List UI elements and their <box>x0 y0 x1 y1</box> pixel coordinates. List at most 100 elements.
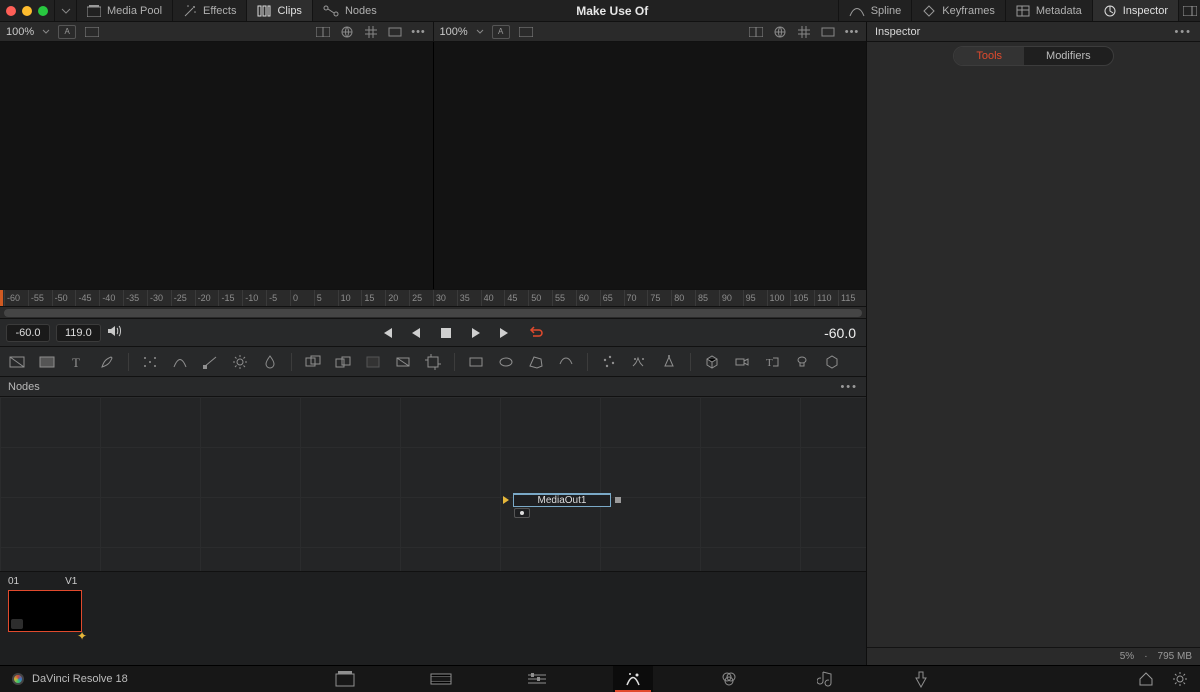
text-tool-icon[interactable]: T <box>68 353 86 371</box>
timecode-display[interactable]: -60.0 <box>800 325 860 341</box>
node-graph-canvas[interactable]: MediaOut1 <box>0 397 866 571</box>
app-menu[interactable]: DaVinci Resolve 18 <box>0 673 140 685</box>
merge-tool-icon[interactable] <box>334 353 352 371</box>
minimize-window-button[interactable] <box>22 6 32 16</box>
right-viewer-zoom[interactable]: 100% <box>440 26 468 38</box>
node-view-toggle[interactable] <box>514 508 530 518</box>
ellipse-mask-icon[interactable] <box>497 353 515 371</box>
inspector-button[interactable]: Inspector <box>1092 0 1178 21</box>
workspace-dropdown[interactable] <box>54 0 76 21</box>
viewers-area <box>0 42 866 289</box>
media-page-tab[interactable] <box>325 666 365 692</box>
clips-button[interactable]: Clips <box>246 0 311 21</box>
step-back-button[interactable] <box>408 325 424 341</box>
metadata-button[interactable]: Metadata <box>1005 0 1092 21</box>
particles-tool-icon[interactable] <box>600 353 618 371</box>
tracker-tool-icon[interactable] <box>141 353 159 371</box>
ruler-tick: 70 <box>624 290 648 306</box>
brightness-tool-icon[interactable] <box>231 353 249 371</box>
rectangle-mask-icon[interactable] <box>467 353 485 371</box>
left-viewer-view-icon[interactable] <box>315 24 331 40</box>
media-pool-button[interactable]: Media Pool <box>76 0 172 21</box>
node-output-port[interactable] <box>615 497 621 503</box>
ruler-tick: -55 <box>28 290 52 306</box>
time-ruler[interactable]: -60-55-50-45-40-35-30-25-20-15-10-505101… <box>0 289 866 307</box>
project-settings-button[interactable] <box>1172 671 1188 687</box>
mediaout-node[interactable]: MediaOut1 <box>503 493 621 507</box>
ruler-tick: 10 <box>338 290 362 306</box>
resize-tool-icon[interactable] <box>394 353 412 371</box>
left-viewer-channel-chip[interactable]: A <box>58 25 76 39</box>
right-viewer-more-icon[interactable]: ••• <box>844 24 860 40</box>
node-input-port[interactable] <box>503 496 509 504</box>
shape3d-tool-icon[interactable] <box>703 353 721 371</box>
fusion-tools-row: T <box>0 347 866 377</box>
effects-button[interactable]: Effects <box>172 0 246 21</box>
right-viewer-display-icon[interactable] <box>518 24 534 40</box>
left-viewer[interactable] <box>0 42 433 289</box>
keyframes-button[interactable]: Keyframes <box>911 0 1005 21</box>
inspector-options-icon[interactable]: ••• <box>1174 26 1192 38</box>
render3d-tool-icon[interactable] <box>823 353 841 371</box>
mattecontrol-tool-icon[interactable] <box>304 353 322 371</box>
right-viewer-grid-icon[interactable] <box>796 24 812 40</box>
paint-tool-icon[interactable] <box>98 353 116 371</box>
ruler-tick: 45 <box>504 290 528 306</box>
right-viewer-frame-icon[interactable] <box>820 24 836 40</box>
pemitter-tool-icon[interactable] <box>660 353 678 371</box>
transform-tool-icon[interactable] <box>364 353 382 371</box>
background-tool-icon[interactable] <box>8 353 26 371</box>
play-button[interactable] <box>468 325 484 341</box>
right-viewer-globe-icon[interactable] <box>772 24 788 40</box>
playhead-marker[interactable] <box>0 290 3 306</box>
prender-tool-icon[interactable] <box>630 353 648 371</box>
left-viewer-zoom[interactable]: 100% <box>6 26 34 38</box>
bspline-mask-icon[interactable] <box>557 353 575 371</box>
close-window-button[interactable] <box>6 6 16 16</box>
ruler-tick: 75 <box>647 290 671 306</box>
colorcorrect-tool-icon[interactable] <box>201 353 219 371</box>
color-page-tab[interactable] <box>709 666 749 692</box>
clip-thumbnail[interactable]: ✦ <box>8 590 82 632</box>
left-viewer-grid-icon[interactable] <box>363 24 379 40</box>
left-viewer-display-icon[interactable] <box>84 24 100 40</box>
timecode-in[interactable]: -60.0 <box>6 324 50 342</box>
zoom-window-button[interactable] <box>38 6 48 16</box>
ruler-tick: 15 <box>361 290 385 306</box>
layout-toggle-button[interactable] <box>1178 0 1200 21</box>
text3d-tool-icon[interactable]: T <box>763 353 781 371</box>
blur-tool-icon[interactable] <box>261 353 279 371</box>
fusion-page-tab[interactable] <box>613 666 653 692</box>
inspector-tab-modifiers[interactable]: Modifiers <box>1024 47 1113 65</box>
timecode-out[interactable]: 119.0 <box>56 324 101 342</box>
go-end-button[interactable] <box>498 325 514 341</box>
home-button[interactable] <box>1138 671 1154 687</box>
edit-page-tab[interactable] <box>517 666 557 692</box>
left-viewer-more-icon[interactable]: ••• <box>411 24 427 40</box>
deliver-page-tab[interactable] <box>901 666 941 692</box>
curve-tool-icon[interactable] <box>171 353 189 371</box>
crop-tool-icon[interactable] <box>424 353 442 371</box>
left-viewer-globe-icon[interactable] <box>339 24 355 40</box>
volume-icon[interactable] <box>107 324 123 341</box>
camera3d-tool-icon[interactable] <box>733 353 751 371</box>
inspector-tab-tools[interactable]: Tools <box>954 47 1024 65</box>
clip-add-icon[interactable]: ✦ <box>77 629 87 643</box>
nodes-button[interactable]: Nodes <box>312 0 387 21</box>
cut-page-tab[interactable] <box>421 666 461 692</box>
spline-button[interactable]: Spline <box>838 0 912 21</box>
right-viewer[interactable] <box>433 42 867 289</box>
left-viewer-frame-icon[interactable] <box>387 24 403 40</box>
loop-button[interactable] <box>528 325 544 341</box>
light3d-tool-icon[interactable] <box>793 353 811 371</box>
svg-text:T: T <box>766 357 773 369</box>
range-bar[interactable] <box>0 307 866 319</box>
fastnoise-tool-icon[interactable] <box>38 353 56 371</box>
polygon-mask-icon[interactable] <box>527 353 545 371</box>
nodes-options-icon[interactable]: ••• <box>840 381 858 393</box>
right-viewer-view-icon[interactable] <box>748 24 764 40</box>
stop-button[interactable] <box>438 325 454 341</box>
fairlight-page-tab[interactable] <box>805 666 845 692</box>
go-start-button[interactable] <box>378 325 394 341</box>
right-viewer-channel-chip[interactable]: A <box>492 25 510 39</box>
